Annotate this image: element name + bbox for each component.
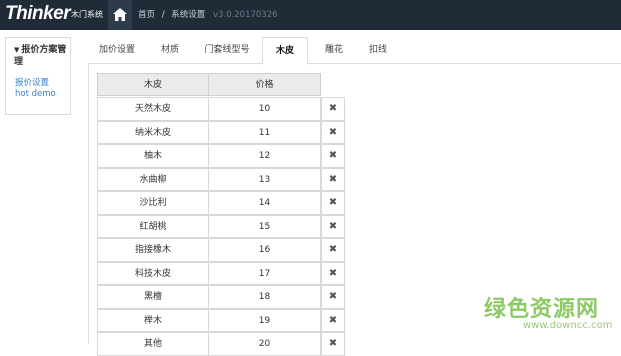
home-button[interactable] bbox=[108, 0, 132, 30]
veneer-name-cell[interactable]: 纳米木皮 bbox=[97, 120, 209, 144]
delete-row-button[interactable]: ✖ bbox=[321, 308, 345, 332]
column-header-veneer: 木皮 bbox=[97, 73, 209, 96]
table-row: 天然木皮 10 ✖ bbox=[97, 97, 361, 121]
sidebar-section-label: 报价方案管理 bbox=[14, 45, 67, 67]
sidebar-item-quote-settings[interactable]: 报价设置 hot demo bbox=[15, 78, 56, 100]
delete-row-button[interactable]: ✖ bbox=[321, 261, 345, 285]
close-icon: ✖ bbox=[328, 291, 338, 302]
delete-row-button[interactable]: ✖ bbox=[321, 238, 345, 262]
price-cell[interactable]: 18 bbox=[208, 285, 321, 309]
delete-row-button[interactable]: ✖ bbox=[321, 144, 345, 168]
table-row: 科技木皮 17 ✖ bbox=[97, 261, 361, 285]
app-logo[interactable]: Thinker bbox=[5, 3, 71, 25]
table-row: 榉木 19 ✖ bbox=[97, 308, 361, 332]
veneer-name-cell[interactable]: 榉木 bbox=[97, 308, 209, 332]
tab-bar: 加价设置 材质 门套线型号 木皮 雕花 扣线 bbox=[88, 37, 621, 65]
breadcrumb-separator: / bbox=[161, 10, 165, 20]
veneer-name-cell[interactable]: 水曲柳 bbox=[97, 167, 209, 191]
close-icon: ✖ bbox=[328, 244, 338, 255]
veneer-name-cell[interactable]: 柚木 bbox=[97, 144, 209, 168]
delete-row-button[interactable]: ✖ bbox=[321, 167, 345, 191]
close-icon: ✖ bbox=[328, 173, 338, 185]
close-icon: ✖ bbox=[328, 103, 338, 114]
delete-row-button[interactable]: ✖ bbox=[321, 285, 345, 309]
veneer-name-cell[interactable]: 科技木皮 bbox=[97, 261, 209, 285]
table-row: 纳米木皮 11 ✖ bbox=[97, 120, 361, 144]
delete-row-button[interactable]: ✖ bbox=[321, 120, 345, 144]
price-cell[interactable]: 15 bbox=[208, 214, 321, 238]
price-cell[interactable]: 10 bbox=[208, 97, 321, 121]
close-icon: ✖ bbox=[328, 126, 338, 138]
breadcrumb-item-settings[interactable]: 系统设置 bbox=[171, 10, 205, 20]
table-row: 指接橡木 16 ✖ bbox=[97, 238, 361, 262]
column-header-price: 价格 bbox=[208, 73, 321, 96]
close-icon: ✖ bbox=[328, 220, 338, 232]
watermark-logo-text: 绿色资源网 bbox=[484, 297, 600, 322]
price-cell[interactable]: 19 bbox=[208, 308, 321, 332]
table-row: 水曲柳 13 ✖ bbox=[97, 167, 361, 191]
veneer-name-cell[interactable]: 指接橡木 bbox=[97, 238, 209, 262]
version-label: v3.0.20170326 bbox=[213, 10, 278, 20]
tab-carving[interactable]: 雕花 bbox=[314, 37, 354, 63]
price-cell[interactable]: 13 bbox=[208, 167, 321, 191]
close-icon: ✖ bbox=[328, 150, 338, 161]
delete-row-button[interactable]: ✖ bbox=[321, 214, 345, 238]
tab-veneer[interactable]: 木皮 bbox=[262, 37, 308, 65]
price-cell[interactable]: 14 bbox=[208, 191, 321, 215]
veneer-name-cell[interactable]: 天然木皮 bbox=[97, 97, 209, 121]
table-row: 沙比利 14 ✖ bbox=[97, 191, 361, 215]
tab-markup-settings[interactable]: 加价设置 bbox=[90, 37, 144, 63]
breadcrumb-item-home[interactable]: 首页 bbox=[138, 10, 155, 20]
tab-material[interactable]: 材质 bbox=[150, 37, 190, 63]
watermark-url: www.downcc.com bbox=[523, 320, 613, 331]
delete-row-button[interactable]: ✖ bbox=[321, 191, 345, 215]
veneer-name-cell[interactable]: 红胡桃 bbox=[97, 214, 209, 238]
close-icon: ✖ bbox=[328, 314, 338, 326]
home-icon bbox=[113, 8, 127, 21]
price-cell[interactable]: 11 bbox=[208, 120, 321, 144]
sidebar-panel: ▼ 报价方案管理 报价设置 hot demo bbox=[5, 37, 71, 115]
close-icon: ✖ bbox=[328, 338, 338, 349]
breadcrumb: 首页 / 系统设置 v3.0.20170326 bbox=[138, 8, 278, 20]
price-cell[interactable]: 16 bbox=[208, 238, 321, 262]
tab-buckle-line[interactable]: 扣线 bbox=[358, 37, 398, 63]
veneer-name-cell[interactable]: 黑檀 bbox=[97, 285, 209, 309]
table-row: 柚木 12 ✖ bbox=[97, 144, 361, 168]
tab-door-trim-model[interactable]: 门套线型号 bbox=[196, 37, 258, 63]
table-row: 红胡桃 15 ✖ bbox=[97, 214, 361, 238]
price-cell[interactable]: 17 bbox=[208, 261, 321, 285]
price-cell[interactable]: 12 bbox=[208, 144, 321, 168]
sidebar-section-title[interactable]: ▼ 报价方案管理 bbox=[14, 44, 68, 68]
close-icon: ✖ bbox=[328, 267, 338, 279]
system-name: 木门系统 bbox=[71, 10, 103, 19]
top-navbar: Thinker 木门系统 首页 / 系统设置 v3.0.20170326 bbox=[0, 0, 621, 30]
sidebar-item-sublabel: hot demo bbox=[15, 89, 56, 99]
veneer-name-cell[interactable]: 沙比利 bbox=[97, 191, 209, 215]
delete-row-button[interactable]: ✖ bbox=[321, 97, 345, 121]
sidebar-item-label: 报价设置 bbox=[15, 78, 50, 88]
caret-down-icon: ▼ bbox=[14, 46, 20, 54]
close-icon: ✖ bbox=[328, 197, 338, 208]
table-row: 黑檀 18 ✖ bbox=[97, 285, 361, 309]
